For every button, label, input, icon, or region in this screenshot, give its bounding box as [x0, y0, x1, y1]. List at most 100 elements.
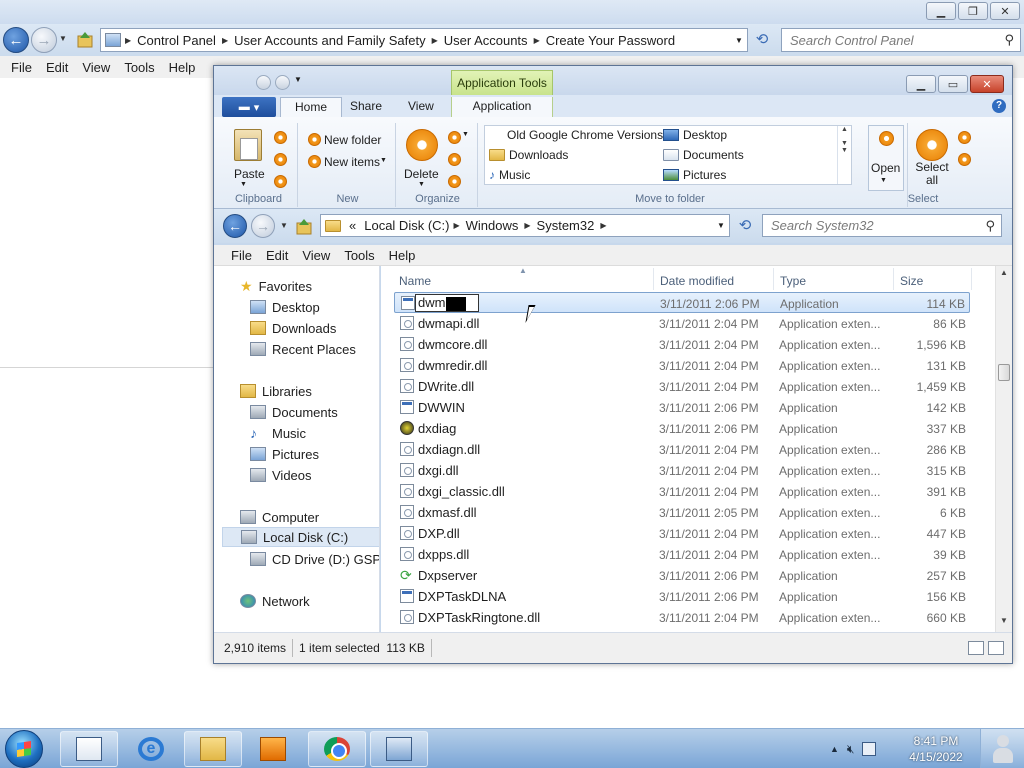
cp-maximize-button[interactable]: ❐ — [958, 2, 988, 20]
move-item-desktop[interactable]: Desktop — [663, 128, 727, 142]
help-icon[interactable]: ? — [992, 99, 1006, 113]
new-items-icon[interactable] — [308, 155, 321, 168]
menu-file[interactable]: File — [224, 248, 259, 263]
menu-edit[interactable]: Edit — [259, 248, 295, 263]
file-row[interactable]: dwm 3/11/2011 2:06 PM Application 114 KB — [394, 292, 970, 313]
column-size[interactable]: Size — [900, 274, 923, 288]
nav-desktop[interactable]: Desktop — [250, 297, 320, 317]
cp-up-icon[interactable] — [75, 30, 95, 50]
scroll-up-icon[interactable]: ▲ — [996, 268, 1012, 282]
taskbar-internet-explorer[interactable]: e — [122, 731, 180, 767]
cp-menu-help[interactable]: Help — [162, 60, 203, 75]
file-row[interactable]: DXPTaskRingtone.dll 3/11/2011 2:04 PM Appl… — [394, 607, 970, 628]
history-dropdown-icon[interactable]: ▼ — [280, 221, 288, 230]
move-item-pictures[interactable]: Pictures — [663, 168, 726, 182]
tab-view[interactable]: View — [394, 97, 448, 117]
select-none-icon[interactable] — [958, 131, 971, 144]
delete-button[interactable]: Delete — [404, 167, 439, 181]
move-item-downloads[interactable]: Downloads — [489, 148, 568, 162]
column-divider[interactable] — [893, 268, 894, 290]
details-view-icon[interactable] — [968, 641, 984, 655]
menu-view[interactable]: View — [295, 248, 337, 263]
file-row[interactable]: dwmcore.dll 3/11/2011 2:04 PM Application … — [394, 334, 970, 355]
cp-refresh-icon[interactable]: ⟲ — [751, 30, 773, 50]
cp-back-button[interactable]: ← — [3, 27, 29, 53]
file-list-scrollbar[interactable]: ▲ ▼ — [995, 266, 1012, 632]
volume-muted-icon[interactable]: 🔇︎ — [847, 742, 855, 757]
nav-network[interactable]: Network — [240, 591, 310, 611]
taskbar-media-player[interactable] — [244, 731, 302, 767]
move-item-chrome-versions[interactable]: Old Google Chrome Versions — [507, 128, 663, 142]
nav-pictures[interactable]: Pictures — [250, 444, 319, 464]
nav-recent-places[interactable]: Recent Places — [250, 339, 356, 359]
clock[interactable]: 8:41 PM 4/15/2022 — [906, 733, 966, 765]
new-items-button[interactable]: New items — [324, 155, 380, 169]
cp-address-bar[interactable]: ▶ Control Panel ▶ User Accounts and Fami… — [100, 28, 748, 52]
nav-documents[interactable]: Documents — [250, 402, 338, 422]
column-name[interactable]: Name — [399, 274, 431, 288]
cut-icon[interactable] — [274, 131, 287, 144]
cp-close-button[interactable]: ✕ — [990, 2, 1020, 20]
file-tab[interactable]: ▬ ▾ — [222, 97, 276, 117]
file-row[interactable]: dxdiag 3/11/2011 2:06 PM Application 337 KB — [394, 418, 970, 439]
invert-selection-icon[interactable] — [958, 153, 971, 166]
copy-path-icon[interactable] — [274, 175, 287, 188]
address-bar[interactable]: « Local Disk (C:) ▶ Windows ▶ System32 ▶… — [320, 214, 730, 237]
file-row[interactable]: dwmredir.dll 3/11/2011 2:04 PM Application… — [394, 355, 970, 376]
move-icon[interactable] — [448, 131, 461, 144]
nav-videos[interactable]: Videos — [250, 465, 312, 485]
column-divider[interactable] — [971, 268, 972, 290]
move-dropdown-icon[interactable]: ▼ — [462, 131, 469, 138]
paste-dropdown-icon[interactable]: ▼ — [240, 181, 247, 188]
file-row[interactable]: DWWIN 3/11/2011 2:06 PM Application 142 KB — [394, 397, 970, 418]
rename-input[interactable]: dwm — [415, 294, 479, 312]
qat-properties-icon[interactable] — [256, 75, 271, 90]
taskbar-task-list[interactable] — [60, 731, 118, 767]
nav-computer[interactable]: Computer — [240, 507, 319, 527]
column-divider[interactable] — [773, 268, 774, 290]
maximize-button[interactable]: ▭ — [938, 75, 968, 93]
cp-crumb-user-accounts[interactable]: User Accounts — [438, 33, 534, 48]
cp-history-dropdown[interactable]: ▼ — [59, 34, 67, 43]
rename-icon[interactable] — [448, 175, 461, 188]
forward-button[interactable]: → — [251, 214, 275, 238]
cp-forward-button[interactable]: → — [31, 27, 57, 53]
file-row[interactable]: dxgi.dll 3/11/2011 2:04 PM Application ext… — [394, 460, 970, 481]
crumb-system32[interactable]: System32 — [531, 218, 601, 233]
file-row[interactable]: dxmasf.dll 3/11/2011 2:05 PM Application e… — [394, 502, 970, 523]
move-item-documents[interactable]: Documents — [663, 148, 744, 162]
search-icon[interactable]: ⚲ — [1004, 32, 1014, 48]
cp-menu-tools[interactable]: Tools — [117, 60, 161, 75]
cp-crumb-control-panel[interactable]: Control Panel — [131, 33, 222, 48]
nav-favorites[interactable]: ★ Favorites — [240, 276, 312, 296]
new-folder-button[interactable]: New folder — [324, 133, 381, 147]
start-button[interactable] — [5, 730, 43, 768]
crumb-local-disk[interactable]: Local Disk (C:) — [360, 218, 453, 233]
copy-to-icon[interactable] — [448, 153, 461, 166]
file-row[interactable]: ⟳ Dxpserver 3/11/2011 2:06 PM Application 25… — [394, 565, 970, 586]
new-folder-icon[interactable] — [308, 133, 321, 146]
search-icon[interactable]: ⚲ — [985, 215, 995, 236]
file-row[interactable]: dxgi_classic.dll 3/11/2011 2:04 PM Applica… — [394, 481, 970, 502]
file-row[interactable]: dxpps.dll 3/11/2011 2:04 PM Application ex… — [394, 544, 970, 565]
crumb-overflow[interactable]: « — [345, 218, 360, 233]
file-row[interactable]: DXP.dll 3/11/2011 2:04 PM Application exte… — [394, 523, 970, 544]
select-all-icon[interactable] — [916, 129, 948, 161]
column-type[interactable]: Type — [780, 274, 806, 288]
column-divider[interactable] — [653, 268, 654, 290]
nav-libraries[interactable]: Libraries — [240, 381, 312, 401]
nav-cd-drive[interactable]: CD Drive (D:) GSP1 — [250, 549, 379, 569]
move-item-music[interactable]: ♪ Music — [489, 168, 530, 182]
back-button[interactable]: ← — [223, 214, 247, 238]
new-items-dropdown-icon[interactable]: ▼ — [380, 157, 387, 164]
up-icon[interactable] — [294, 217, 314, 237]
taskbar-chrome[interactable] — [308, 731, 366, 767]
close-button[interactable]: ✕ — [970, 75, 1004, 93]
cp-crumb-user-accounts-family[interactable]: User Accounts and Family Safety — [228, 33, 431, 48]
delete-dropdown-icon[interactable]: ▼ — [418, 181, 425, 188]
cp-menu-view[interactable]: View — [75, 60, 117, 75]
cp-minimize-button[interactable]: ▁ — [926, 2, 956, 20]
cp-menu-file[interactable]: File — [4, 60, 39, 75]
file-row[interactable]: DXPTaskDLNA 3/11/2011 2:06 PM Application 1… — [394, 586, 970, 607]
column-date-modified[interactable]: Date modified — [660, 274, 734, 288]
